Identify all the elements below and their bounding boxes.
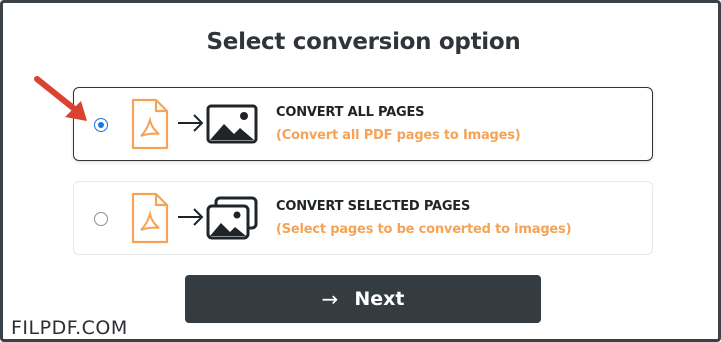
option-convert-selected-pages[interactable]: CONVERT SELECTED PAGES (Select pages to … — [73, 181, 653, 255]
pdf-file-icon — [131, 192, 169, 244]
arrow-right-icon — [178, 114, 204, 132]
pdf-file-icon — [131, 98, 169, 150]
watermark: FILPDF.COM — [11, 317, 128, 339]
dialog-frame: Select conversion option CONVERT ALL PAG… — [0, 0, 721, 342]
option-subtitle: (Select pages to be converted to images) — [276, 222, 572, 237]
next-button[interactable]: → Next — [185, 275, 541, 323]
image-icon — [206, 104, 258, 144]
option-title: CONVERT SELECTED PAGES — [276, 199, 471, 214]
radio-convert-all-pages[interactable] — [94, 118, 108, 132]
annotation-arrow-icon — [34, 76, 87, 121]
images-stack-icon — [206, 196, 258, 240]
dialog-title: Select conversion option — [206, 29, 521, 55]
option-subtitle: (Convert all PDF pages to Images) — [276, 128, 521, 143]
option-title: CONVERT ALL PAGES — [276, 105, 425, 120]
arrow-right-icon — [178, 208, 204, 226]
next-button-label: Next — [354, 288, 405, 310]
arrow-right-icon: → — [321, 287, 339, 311]
radio-convert-selected-pages[interactable] — [94, 212, 108, 226]
option-convert-all-pages[interactable]: CONVERT ALL PAGES (Convert all PDF pages… — [73, 87, 653, 161]
